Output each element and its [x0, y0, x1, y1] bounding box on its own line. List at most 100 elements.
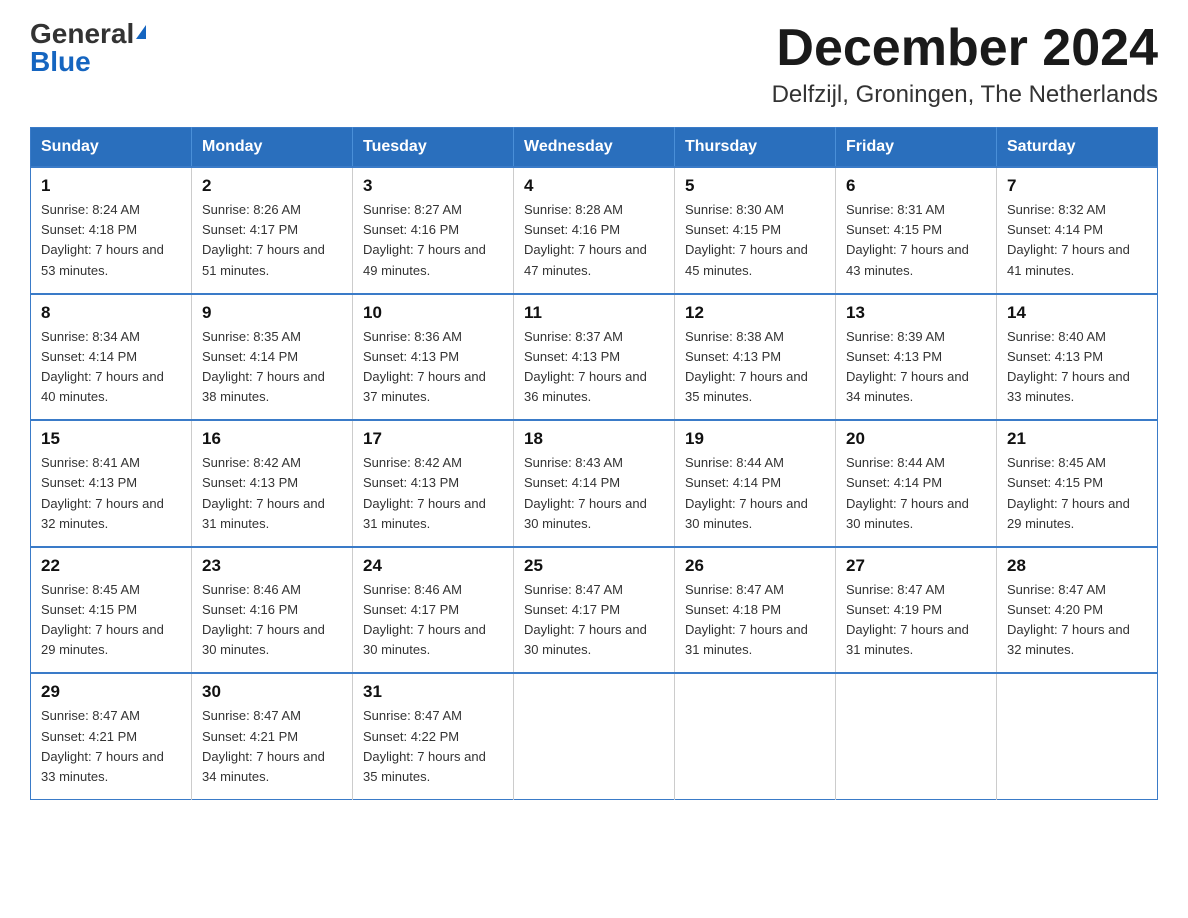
day-number: 15 — [41, 429, 181, 449]
logo-general: General — [30, 18, 134, 49]
day-detail: Sunrise: 8:47 AMSunset: 4:19 PMDaylight:… — [846, 582, 969, 657]
day-detail: Sunrise: 8:44 AMSunset: 4:14 PMDaylight:… — [685, 455, 808, 530]
day-detail: Sunrise: 8:46 AMSunset: 4:16 PMDaylight:… — [202, 582, 325, 657]
page-header: General Blue December 2024 Delfzijl, Gro… — [30, 20, 1158, 109]
table-row: 14 Sunrise: 8:40 AMSunset: 4:13 PMDaylig… — [997, 294, 1158, 421]
table-row: 12 Sunrise: 8:38 AMSunset: 4:13 PMDaylig… — [675, 294, 836, 421]
logo-triangle-icon — [136, 25, 146, 39]
day-number: 18 — [524, 429, 664, 449]
day-number: 30 — [202, 682, 342, 702]
day-detail: Sunrise: 8:47 AMSunset: 4:22 PMDaylight:… — [363, 708, 486, 783]
col-saturday: Saturday — [997, 128, 1158, 168]
table-row: 17 Sunrise: 8:42 AMSunset: 4:13 PMDaylig… — [353, 420, 514, 547]
month-title: December 2024 — [772, 20, 1158, 77]
day-number: 29 — [41, 682, 181, 702]
day-number: 2 — [202, 176, 342, 196]
table-row: 26 Sunrise: 8:47 AMSunset: 4:18 PMDaylig… — [675, 547, 836, 674]
logo-blue: Blue — [30, 46, 91, 77]
table-row: 8 Sunrise: 8:34 AMSunset: 4:14 PMDayligh… — [31, 294, 192, 421]
day-number: 31 — [363, 682, 503, 702]
day-number: 7 — [1007, 176, 1147, 196]
day-number: 10 — [363, 303, 503, 323]
table-row: 1 Sunrise: 8:24 AMSunset: 4:18 PMDayligh… — [31, 167, 192, 294]
day-number: 27 — [846, 556, 986, 576]
table-row: 19 Sunrise: 8:44 AMSunset: 4:14 PMDaylig… — [675, 420, 836, 547]
table-row: 29 Sunrise: 8:47 AMSunset: 4:21 PMDaylig… — [31, 673, 192, 799]
table-row: 9 Sunrise: 8:35 AMSunset: 4:14 PMDayligh… — [192, 294, 353, 421]
day-detail: Sunrise: 8:28 AMSunset: 4:16 PMDaylight:… — [524, 202, 647, 277]
calendar-week-row: 29 Sunrise: 8:47 AMSunset: 4:21 PMDaylig… — [31, 673, 1158, 799]
day-number: 28 — [1007, 556, 1147, 576]
table-row: 18 Sunrise: 8:43 AMSunset: 4:14 PMDaylig… — [514, 420, 675, 547]
table-row: 6 Sunrise: 8:31 AMSunset: 4:15 PMDayligh… — [836, 167, 997, 294]
day-detail: Sunrise: 8:47 AMSunset: 4:20 PMDaylight:… — [1007, 582, 1130, 657]
day-detail: Sunrise: 8:47 AMSunset: 4:18 PMDaylight:… — [685, 582, 808, 657]
day-number: 3 — [363, 176, 503, 196]
location-title: Delfzijl, Groningen, The Netherlands — [772, 81, 1158, 109]
calendar-week-row: 15 Sunrise: 8:41 AMSunset: 4:13 PMDaylig… — [31, 420, 1158, 547]
table-row: 25 Sunrise: 8:47 AMSunset: 4:17 PMDaylig… — [514, 547, 675, 674]
day-number: 14 — [1007, 303, 1147, 323]
day-detail: Sunrise: 8:39 AMSunset: 4:13 PMDaylight:… — [846, 329, 969, 404]
day-number: 16 — [202, 429, 342, 449]
table-row: 3 Sunrise: 8:27 AMSunset: 4:16 PMDayligh… — [353, 167, 514, 294]
table-row — [514, 673, 675, 799]
day-number: 23 — [202, 556, 342, 576]
logo-text: General Blue — [30, 20, 146, 76]
day-number: 26 — [685, 556, 825, 576]
table-row: 30 Sunrise: 8:47 AMSunset: 4:21 PMDaylig… — [192, 673, 353, 799]
col-wednesday: Wednesday — [514, 128, 675, 168]
day-detail: Sunrise: 8:47 AMSunset: 4:21 PMDaylight:… — [41, 708, 164, 783]
day-number: 17 — [363, 429, 503, 449]
day-detail: Sunrise: 8:36 AMSunset: 4:13 PMDaylight:… — [363, 329, 486, 404]
day-number: 5 — [685, 176, 825, 196]
table-row: 16 Sunrise: 8:42 AMSunset: 4:13 PMDaylig… — [192, 420, 353, 547]
table-row: 20 Sunrise: 8:44 AMSunset: 4:14 PMDaylig… — [836, 420, 997, 547]
day-detail: Sunrise: 8:40 AMSunset: 4:13 PMDaylight:… — [1007, 329, 1130, 404]
day-detail: Sunrise: 8:30 AMSunset: 4:15 PMDaylight:… — [685, 202, 808, 277]
table-row — [675, 673, 836, 799]
table-row: 21 Sunrise: 8:45 AMSunset: 4:15 PMDaylig… — [997, 420, 1158, 547]
day-detail: Sunrise: 8:38 AMSunset: 4:13 PMDaylight:… — [685, 329, 808, 404]
day-number: 24 — [363, 556, 503, 576]
day-detail: Sunrise: 8:37 AMSunset: 4:13 PMDaylight:… — [524, 329, 647, 404]
day-number: 22 — [41, 556, 181, 576]
col-sunday: Sunday — [31, 128, 192, 168]
calendar-table: Sunday Monday Tuesday Wednesday Thursday… — [30, 127, 1158, 800]
table-row: 11 Sunrise: 8:37 AMSunset: 4:13 PMDaylig… — [514, 294, 675, 421]
calendar-week-row: 8 Sunrise: 8:34 AMSunset: 4:14 PMDayligh… — [31, 294, 1158, 421]
table-row — [997, 673, 1158, 799]
col-friday: Friday — [836, 128, 997, 168]
day-detail: Sunrise: 8:42 AMSunset: 4:13 PMDaylight:… — [202, 455, 325, 530]
table-row: 4 Sunrise: 8:28 AMSunset: 4:16 PMDayligh… — [514, 167, 675, 294]
day-detail: Sunrise: 8:46 AMSunset: 4:17 PMDaylight:… — [363, 582, 486, 657]
day-number: 4 — [524, 176, 664, 196]
day-detail: Sunrise: 8:45 AMSunset: 4:15 PMDaylight:… — [41, 582, 164, 657]
day-number: 9 — [202, 303, 342, 323]
table-row: 24 Sunrise: 8:46 AMSunset: 4:17 PMDaylig… — [353, 547, 514, 674]
day-number: 1 — [41, 176, 181, 196]
logo: General Blue — [30, 20, 146, 76]
day-detail: Sunrise: 8:31 AMSunset: 4:15 PMDaylight:… — [846, 202, 969, 277]
day-number: 8 — [41, 303, 181, 323]
table-row: 15 Sunrise: 8:41 AMSunset: 4:13 PMDaylig… — [31, 420, 192, 547]
day-detail: Sunrise: 8:42 AMSunset: 4:13 PMDaylight:… — [363, 455, 486, 530]
table-row — [836, 673, 997, 799]
table-row: 7 Sunrise: 8:32 AMSunset: 4:14 PMDayligh… — [997, 167, 1158, 294]
day-detail: Sunrise: 8:26 AMSunset: 4:17 PMDaylight:… — [202, 202, 325, 277]
day-detail: Sunrise: 8:44 AMSunset: 4:14 PMDaylight:… — [846, 455, 969, 530]
day-number: 20 — [846, 429, 986, 449]
table-row: 13 Sunrise: 8:39 AMSunset: 4:13 PMDaylig… — [836, 294, 997, 421]
calendar-header-row: Sunday Monday Tuesday Wednesday Thursday… — [31, 128, 1158, 168]
col-monday: Monday — [192, 128, 353, 168]
day-number: 12 — [685, 303, 825, 323]
day-detail: Sunrise: 8:47 AMSunset: 4:21 PMDaylight:… — [202, 708, 325, 783]
day-detail: Sunrise: 8:47 AMSunset: 4:17 PMDaylight:… — [524, 582, 647, 657]
day-detail: Sunrise: 8:43 AMSunset: 4:14 PMDaylight:… — [524, 455, 647, 530]
table-row: 10 Sunrise: 8:36 AMSunset: 4:13 PMDaylig… — [353, 294, 514, 421]
day-detail: Sunrise: 8:34 AMSunset: 4:14 PMDaylight:… — [41, 329, 164, 404]
calendar-week-row: 1 Sunrise: 8:24 AMSunset: 4:18 PMDayligh… — [31, 167, 1158, 294]
title-area: December 2024 Delfzijl, Groningen, The N… — [772, 20, 1158, 109]
day-number: 13 — [846, 303, 986, 323]
col-tuesday: Tuesday — [353, 128, 514, 168]
